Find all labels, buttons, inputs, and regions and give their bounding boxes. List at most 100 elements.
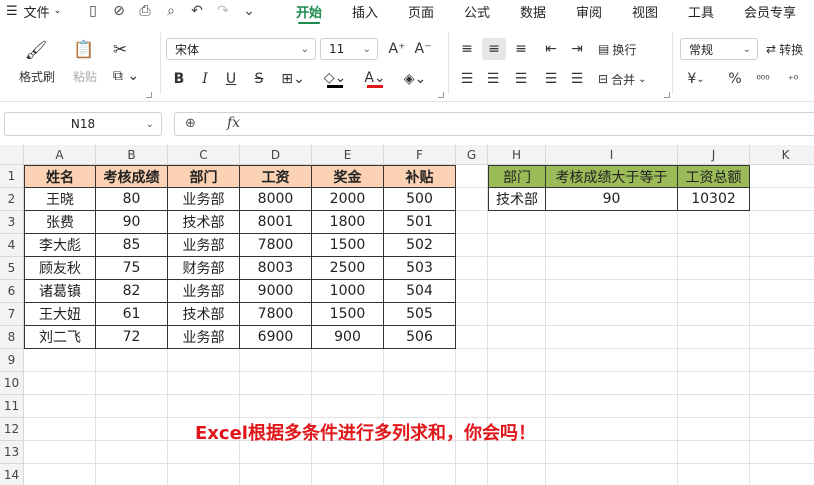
cell-j12[interactable] [678, 418, 750, 441]
print-icon[interactable]: ⎙ [132, 3, 158, 19]
cell-j9[interactable] [678, 349, 750, 372]
cell-k2[interactable] [750, 188, 814, 211]
cell-b7[interactable]: 61 [96, 303, 168, 326]
cell-h2[interactable]: 技术部 [488, 188, 546, 211]
cut-icon[interactable]: ✂ [108, 38, 132, 62]
cell-a2[interactable]: 王晓 [24, 188, 96, 211]
cell-k10[interactable] [750, 372, 814, 395]
cell-j1[interactable]: 工资总额 [678, 165, 750, 188]
cell-d9[interactable] [240, 349, 312, 372]
font-color-icon[interactable]: A⌄ [360, 68, 390, 90]
cell-i2[interactable]: 90 [546, 188, 678, 211]
cell-i4[interactable] [546, 234, 678, 257]
cell-k11[interactable] [750, 395, 814, 418]
font-dialog-icon[interactable] [438, 92, 444, 98]
cell-j11[interactable] [678, 395, 750, 418]
cell-i11[interactable] [546, 395, 678, 418]
more-icon[interactable]: ⌄ [236, 3, 262, 19]
underline-icon[interactable]: U [220, 68, 242, 90]
cell-i6[interactable] [546, 280, 678, 303]
cell-h14[interactable] [488, 464, 546, 485]
cell-c14[interactable] [168, 464, 240, 485]
column-header-f[interactable]: F [384, 145, 456, 165]
percent-button[interactable]: % [724, 68, 746, 90]
cell-h4[interactable] [488, 234, 546, 257]
cell-a6[interactable]: 诸葛镇 [24, 280, 96, 303]
cell-b10[interactable] [96, 372, 168, 395]
tab-formula[interactable]: 公式 [464, 2, 490, 21]
cell-f9[interactable] [384, 349, 456, 372]
paste-label[interactable]: 粘贴 [64, 68, 106, 84]
cell-b2[interactable]: 80 [96, 188, 168, 211]
column-header-c[interactable]: C [168, 145, 240, 165]
row-header-6[interactable]: 6 [0, 280, 24, 303]
cell-g8[interactable] [456, 326, 488, 349]
formula-input[interactable]: ⊕ fx [174, 112, 814, 136]
cell-k13[interactable] [750, 441, 814, 464]
cell-c9[interactable] [168, 349, 240, 372]
cell-b1[interactable]: 考核成绩 [96, 165, 168, 188]
cell-g11[interactable] [456, 395, 488, 418]
cell-c4[interactable]: 业务部 [168, 234, 240, 257]
alignment-dialog-icon[interactable] [664, 92, 670, 98]
cell-i13[interactable] [546, 441, 678, 464]
clipboard-dialog-icon[interactable] [146, 92, 152, 98]
cell-g9[interactable] [456, 349, 488, 372]
cell-h5[interactable] [488, 257, 546, 280]
cell-b14[interactable] [96, 464, 168, 485]
cell-a11[interactable] [24, 395, 96, 418]
column-header-g[interactable]: G [456, 145, 488, 165]
cell-e2[interactable]: 2000 [312, 188, 384, 211]
cell-d14[interactable] [240, 464, 312, 485]
row-header-10[interactable]: 10 [0, 372, 24, 395]
cell-c6[interactable]: 业务部 [168, 280, 240, 303]
tab-review[interactable]: 审阅 [576, 2, 602, 21]
file-menu[interactable]: ☰ 文件 ⌄ [0, 2, 80, 21]
row-header-8[interactable]: 8 [0, 326, 24, 349]
cell-k7[interactable] [750, 303, 814, 326]
strikethrough-icon[interactable]: S [248, 68, 270, 90]
cell-a9[interactable] [24, 349, 96, 372]
align-middle-icon[interactable]: ≡ [482, 38, 506, 60]
tab-data[interactable]: 数据 [520, 2, 546, 21]
cell-f5[interactable]: 503 [384, 257, 456, 280]
cell-g6[interactable] [456, 280, 488, 303]
cell-i12[interactable] [546, 418, 678, 441]
cell-e11[interactable] [312, 395, 384, 418]
cell-h1[interactable]: 部门 [488, 165, 546, 188]
row-header-3[interactable]: 3 [0, 211, 24, 234]
tab-home[interactable]: 开始 [296, 2, 322, 24]
indent-increase-icon[interactable]: ⇥ [566, 38, 588, 60]
cell-i1[interactable]: 考核成绩大于等于 [546, 165, 678, 188]
cell-h6[interactable] [488, 280, 546, 303]
italic-icon[interactable]: I [194, 68, 216, 90]
cell-j2[interactable]: 10302 [678, 188, 750, 211]
format-painter-icon[interactable]: 🖌 [22, 38, 50, 62]
cell-k3[interactable] [750, 211, 814, 234]
column-header-a[interactable]: A [24, 145, 96, 165]
cell-h9[interactable] [488, 349, 546, 372]
cell-g5[interactable] [456, 257, 488, 280]
cell-g3[interactable] [456, 211, 488, 234]
row-header-5[interactable]: 5 [0, 257, 24, 280]
cell-j5[interactable] [678, 257, 750, 280]
column-header-k[interactable]: K [750, 145, 814, 165]
tab-tools[interactable]: 工具 [688, 2, 714, 21]
cell-g1[interactable] [456, 165, 488, 188]
cell-a4[interactable]: 李大彪 [24, 234, 96, 257]
cell-i9[interactable] [546, 349, 678, 372]
cell-j6[interactable] [678, 280, 750, 303]
cell-f14[interactable] [384, 464, 456, 485]
link-icon[interactable]: ⊘ [106, 3, 132, 19]
cell-i7[interactable] [546, 303, 678, 326]
tab-view[interactable]: 视图 [632, 2, 658, 21]
cell-g7[interactable] [456, 303, 488, 326]
name-box[interactable]: N18 ⌄ [4, 112, 162, 136]
cell-i8[interactable] [546, 326, 678, 349]
decimal-increase-icon[interactable]: ⁺⁰ [782, 68, 804, 90]
column-header-j[interactable]: J [678, 145, 750, 165]
cell-c1[interactable]: 部门 [168, 165, 240, 188]
cell-e3[interactable]: 1800 [312, 211, 384, 234]
redo-icon[interactable]: ↷ [210, 3, 236, 19]
cell-e1[interactable]: 奖金 [312, 165, 384, 188]
